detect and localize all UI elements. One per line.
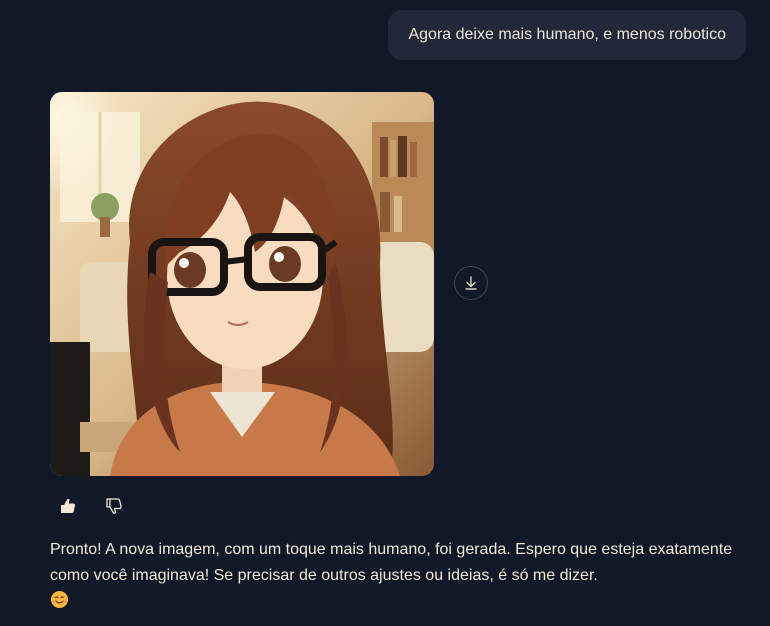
download-button[interactable] xyxy=(454,266,488,300)
assistant-message: Pronto! A nova imagem, com um toque mais… xyxy=(50,537,750,615)
feedback-actions xyxy=(56,494,126,518)
thumbs-up-icon xyxy=(61,498,76,513)
user-message-text: Agora deixe mais humano, e menos robotic… xyxy=(408,26,726,43)
generated-image[interactable] xyxy=(50,92,434,476)
like-button[interactable] xyxy=(56,494,80,518)
smiling-face-emoji xyxy=(50,590,69,609)
user-message-bubble: Agora deixe mais humano, e menos robotic… xyxy=(388,10,746,60)
thumbs-down-icon xyxy=(106,498,122,514)
download-icon xyxy=(465,276,477,290)
assistant-message-text: Pronto! A nova imagem, com um toque mais… xyxy=(50,541,733,584)
anime-portrait-illustration xyxy=(50,92,434,476)
dislike-button[interactable] xyxy=(102,494,126,518)
